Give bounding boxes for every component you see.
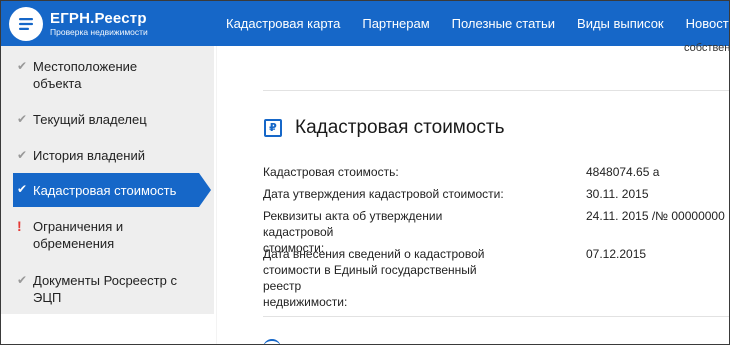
menu-icon[interactable] [9, 7, 43, 41]
sidebar-item-label: объекта [33, 76, 82, 91]
sidebar-item-restrictions[interactable]: ! Ограничения и обременения [1, 218, 214, 252]
sidebar-item-label: История владений [33, 148, 145, 163]
nav-extract-types[interactable]: Виды выписок [577, 16, 664, 31]
main-nav: Кадастровая карта Партнерам Полезные ста… [226, 1, 729, 46]
logo-title: ЕГРН.Реестр [50, 10, 147, 27]
sidebar-item-location[interactable]: ✔ Местоположение объекта [1, 58, 214, 92]
field-value-approval-date: 30.11. 2015 [586, 187, 649, 201]
field-value-act-details: 24.11. 2015 /№ 00000000 [586, 209, 725, 223]
nav-partners[interactable]: Партнерам [362, 16, 429, 31]
sidebar-separator [216, 46, 217, 344]
sidebar-item-label: обременения [33, 236, 115, 251]
check-icon: ✔ [17, 182, 28, 196]
nav-cadastral-map[interactable]: Кадастровая карта [226, 16, 340, 31]
field-label-registry-entry-date: Дата внесения сведений о кадастровой сто… [263, 247, 485, 309]
sidebar-item-ownership-history[interactable]: ✔ История владений [1, 147, 214, 164]
sidebar-item-label: ЭЦП [33, 290, 62, 305]
sidebar-item-cadastral-value[interactable]: ✔ Кадастровая стоимость [13, 173, 211, 207]
sidebar-item-label: Местоположение [33, 59, 138, 74]
field-value-registry-entry-date: 07.12.2015 [586, 247, 647, 261]
truncated-text: собствен [684, 42, 730, 54]
warning-icon: ! [17, 218, 22, 234]
nav-news[interactable]: Новости [686, 16, 729, 31]
section-divider-top [263, 90, 729, 91]
site-logo[interactable]: ЕГРН.Реестр Проверка недвижимости [9, 6, 148, 42]
check-icon: ✔ [17, 273, 28, 287]
field-label-approval-date: Дата утверждения кадастровой стоимости: [263, 187, 504, 201]
report-sections-sidebar: ✔ Местоположение объекта ✔ Текущий владе… [1, 46, 214, 314]
top-navigation-bar: ЕГРН.Реестр Проверка недвижимости Кадаст… [1, 1, 729, 46]
field-label-cadastral-value: Кадастровая стоимость: [263, 165, 399, 179]
check-icon: ✔ [17, 112, 28, 126]
section-title: Кадастровая стоимость [295, 117, 505, 138]
check-icon: ✔ [17, 148, 28, 162]
page-frame: ЕГРН.Реестр Проверка недвижимости Кадаст… [0, 0, 730, 345]
section-divider-bottom [263, 316, 729, 317]
sidebar-item-rosreestr-documents[interactable]: ✔ Документы Росреестр с ЭЦП [1, 272, 214, 306]
sidebar-item-label: Кадастровая стоимость [33, 183, 177, 198]
logo-subtitle: Проверка недвижимости [50, 27, 148, 37]
sidebar-item-label: Ограничения и [33, 219, 124, 234]
ruble-sign-icon: ₽ [264, 119, 282, 137]
sidebar-item-current-owner[interactable]: ✔ Текущий владелец [1, 111, 214, 128]
next-section-icon [263, 339, 281, 344]
sidebar-item-label: Текущий владелец [33, 112, 147, 127]
field-value-cadastral-value: 4848074.65 а [586, 165, 660, 179]
nav-useful-articles[interactable]: Полезные статьи [452, 16, 555, 31]
check-icon: ✔ [17, 59, 28, 73]
sidebar-item-label: Документы Росреестр с [33, 273, 177, 288]
